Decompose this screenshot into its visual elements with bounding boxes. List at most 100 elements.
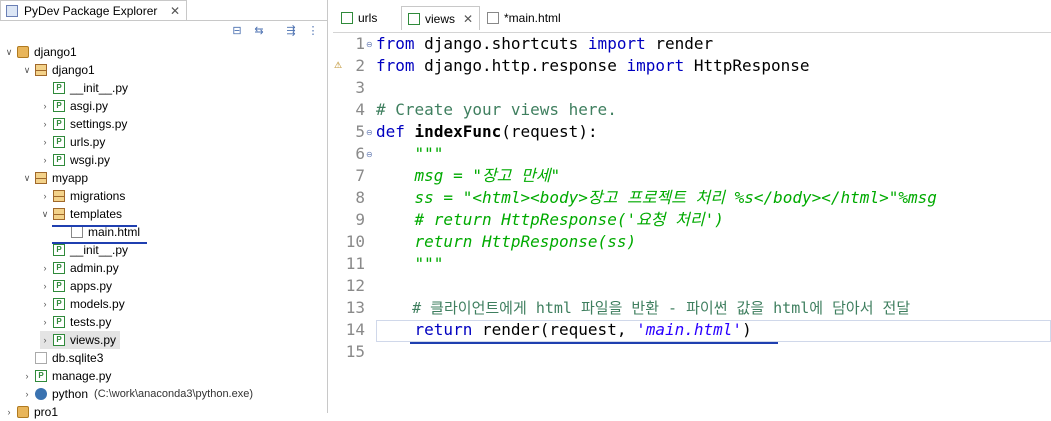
- tree-item-django1-package[interactable]: ∨ django1: [22, 61, 95, 79]
- code-line-14: return render(request, 'main.html'): [414, 320, 752, 339]
- code-line-7: msg = "장고 만세": [376, 166, 561, 185]
- tree-item-migrations[interactable]: › migrations: [40, 187, 126, 205]
- explorer-toolbar: ⊟ ⇆ ⇶ ⋮: [0, 20, 327, 42]
- tree-item-label: apps.py: [70, 279, 113, 293]
- chevron-right-icon[interactable]: ›: [22, 371, 32, 381]
- folder-icon: [53, 208, 65, 220]
- project-folder-icon: [17, 46, 29, 58]
- tree-item-models-py[interactable]: › P models.py: [40, 295, 125, 313]
- chevron-right-icon[interactable]: ›: [40, 299, 50, 309]
- tree-item-label: myapp: [52, 171, 89, 185]
- tree-item-admin-py[interactable]: › P admin.py: [40, 259, 119, 277]
- tree-item-label: django1: [34, 45, 77, 59]
- tree-item-asgi-py[interactable]: › P asgi.py: [40, 97, 109, 115]
- tree-item-python-interpreter[interactable]: › python (C:\work\anaconda3\python.exe): [22, 385, 254, 403]
- close-icon[interactable]: ✕: [170, 4, 180, 18]
- code-line-6: """: [376, 144, 444, 163]
- package-icon: [35, 172, 47, 184]
- line-number: 1: [355, 34, 365, 53]
- line-number: 10: [345, 232, 365, 251]
- package-icon: [35, 64, 47, 76]
- line-number: 13: [345, 298, 365, 317]
- tree-item-tests-py[interactable]: › P tests.py: [40, 313, 112, 331]
- tree-item-apps-py[interactable]: › P apps.py: [40, 277, 113, 295]
- tree-item-django1-project[interactable]: ∨ django1: [4, 43, 77, 61]
- line-number-gutter: 1 2 3 4 5 6 7 8 9 10 11 12 13 14 15 ⊖ ⚠ …: [333, 33, 376, 413]
- line-number: 14: [345, 320, 365, 339]
- chevron-right-icon[interactable]: ›: [22, 389, 32, 399]
- tree-item-myapp[interactable]: ∨ myapp: [22, 169, 88, 187]
- line-number: 8: [355, 188, 365, 207]
- filter-icon[interactable]: ⇶: [284, 24, 298, 38]
- chevron-down-icon[interactable]: ∨: [4, 47, 14, 58]
- line-number: 6: [355, 144, 365, 163]
- code-line-11: """: [376, 254, 444, 273]
- chevron-right-icon[interactable]: ›: [40, 281, 50, 291]
- code-editor[interactable]: 1 2 3 4 5 6 7 8 9 10 11 12 13 14 15 ⊖ ⚠ …: [333, 33, 1051, 413]
- chevron-right-icon[interactable]: ›: [40, 191, 50, 201]
- code-line-4: # Create your views here.: [376, 100, 617, 119]
- chevron-right-icon[interactable]: ›: [4, 407, 14, 417]
- python-file-icon: P: [53, 136, 65, 148]
- tree-item-wsgi-py[interactable]: › P wsgi.py: [40, 151, 111, 169]
- python-file-icon: P: [53, 244, 65, 256]
- package-explorer-icon: [6, 4, 18, 17]
- tree-item-label: settings.py: [70, 117, 128, 131]
- tree-item-templates[interactable]: ∨ templates: [40, 205, 122, 223]
- code-line-8: ss = "<html><body>장고 프로젝트 처리 %s</body></…: [376, 188, 937, 207]
- python-file-icon: P: [53, 100, 65, 112]
- code-line-1: from django.shortcuts import render: [376, 34, 714, 53]
- chevron-right-icon[interactable]: ›: [40, 317, 50, 327]
- fold-icon[interactable]: ⊖: [366, 150, 373, 159]
- chevron-right-icon[interactable]: ›: [40, 335, 50, 345]
- tab-label: views: [425, 11, 456, 26]
- annotation-underline: [52, 225, 137, 227]
- tree-item-manage-py[interactable]: › P manage.py: [22, 367, 112, 385]
- chevron-right-icon[interactable]: ›: [40, 155, 50, 165]
- tree-item-label: pro1: [34, 405, 59, 419]
- fold-icon[interactable]: ⊖: [366, 128, 373, 137]
- chevron-down-icon[interactable]: ∨: [22, 173, 32, 184]
- fold-icon[interactable]: ⊖: [366, 40, 373, 49]
- view-menu-icon[interactable]: ⋮: [306, 24, 320, 38]
- link-with-editor-icon[interactable]: ⇆: [252, 24, 266, 38]
- chevron-right-icon[interactable]: ›: [40, 137, 50, 147]
- tree-item-views-py[interactable]: › P views.py: [40, 331, 121, 349]
- html-file-icon: [71, 226, 83, 238]
- collapse-all-icon[interactable]: ⊟: [230, 24, 244, 38]
- chevron-down-icon[interactable]: ∨: [22, 65, 32, 76]
- tree-item-label: templates: [70, 207, 123, 221]
- python-file-icon: [341, 12, 353, 24]
- python-file-icon: P: [53, 82, 65, 94]
- chevron-right-icon[interactable]: ›: [40, 263, 50, 273]
- tree-item-settings-py[interactable]: › P settings.py: [40, 115, 128, 133]
- line-number: 12: [345, 276, 365, 295]
- chevron-right-icon[interactable]: ›: [40, 101, 50, 111]
- tree-item-label: wsgi.py: [70, 153, 111, 167]
- tab-main-html[interactable]: *main.html: [481, 6, 567, 30]
- tree-item-init-py[interactable]: P __init__.py: [40, 79, 128, 97]
- tab-views[interactable]: views ✕: [401, 6, 481, 30]
- tree-item-urls-py[interactable]: › P urls.py: [40, 133, 106, 151]
- warning-icon[interactable]: ⚠: [333, 60, 343, 70]
- line-number: 5: [355, 122, 365, 141]
- tab-urls[interactable]: urls: [335, 6, 383, 30]
- line-number: 9: [355, 210, 365, 229]
- tab-package-explorer[interactable]: PyDev Package Explorer ✕: [0, 0, 187, 20]
- line-number: 4: [355, 100, 365, 119]
- file-icon: [35, 352, 47, 364]
- package-explorer-panel: PyDev Package Explorer ✕ ⊟ ⇆ ⇶ ⋮ ∨ djang…: [0, 0, 328, 419]
- tree-item-label: db.sqlite3: [52, 351, 104, 365]
- code-line-9: # return HttpResponse('요청 처리'): [376, 210, 724, 229]
- tree-item-db-sqlite3[interactable]: db.sqlite3: [22, 349, 103, 367]
- package-icon: [53, 190, 65, 202]
- tree-item-pro1[interactable]: › pro1: [4, 403, 59, 421]
- tree-item-label: django1: [52, 63, 95, 77]
- line-number: 11: [345, 254, 365, 273]
- close-icon[interactable]: ✕: [463, 12, 473, 26]
- chevron-down-icon[interactable]: ∨: [40, 209, 50, 220]
- interpreter-path: (C:\work\anaconda3\python.exe): [94, 388, 254, 400]
- chevron-right-icon[interactable]: ›: [40, 119, 50, 129]
- tree-item-label: urls.py: [70, 135, 106, 149]
- project-folder-icon: [17, 406, 29, 418]
